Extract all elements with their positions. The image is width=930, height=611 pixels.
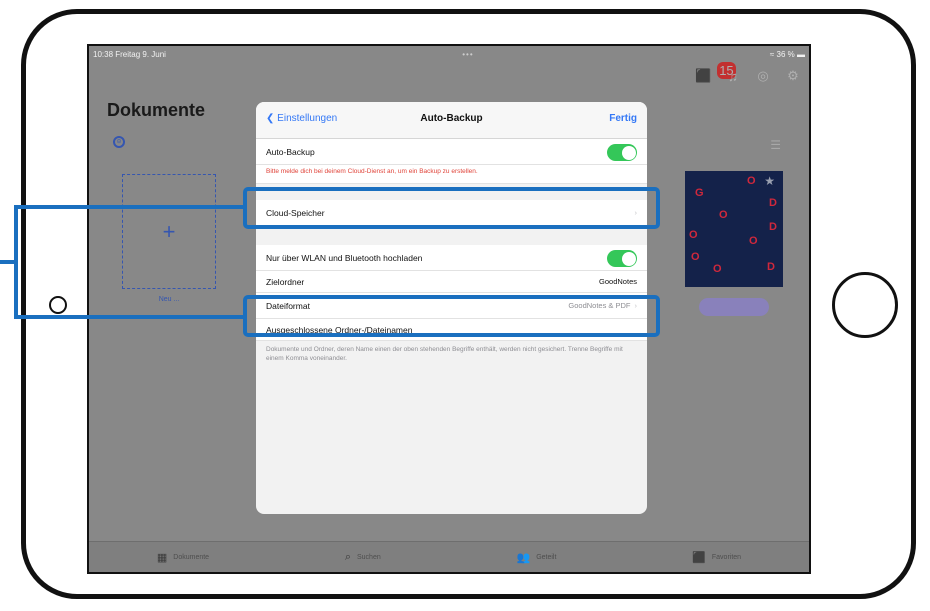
tab-label: Suchen: [357, 553, 381, 561]
people-icon: 👥: [516, 551, 531, 564]
auto-backup-label: Auto-Backup: [266, 146, 315, 157]
gear-icon[interactable]: ⚙: [785, 68, 801, 84]
tab-bar: ▦ Dokumente ⌕ Suchen 👥 Geteilt ⬛ Favoriten: [89, 541, 809, 572]
folder-circle-icon[interactable]: ⊝: [113, 136, 125, 148]
grid-icon: ▦: [156, 551, 168, 564]
callout-line: [14, 205, 244, 209]
sheet-title: Auto-Backup: [420, 113, 483, 124]
multitask-dots[interactable]: •••: [462, 50, 473, 59]
excluded-names-note: Dokumente und Ordner, deren Name einen d…: [266, 346, 623, 362]
check-circle-icon[interactable]: ◎: [755, 68, 771, 84]
list-view-icon[interactable]: ☰: [770, 138, 781, 152]
cover-letter: O: [749, 235, 758, 247]
cover-letter: G: [695, 187, 704, 199]
auto-backup-toggle[interactable]: [607, 144, 637, 161]
cover-letter: O: [719, 209, 728, 221]
tab-dokumente[interactable]: ▦ Dokumente: [157, 551, 209, 564]
bookmark-icon: ⬛: [692, 551, 706, 564]
callout-line: [14, 315, 244, 319]
bell-icon[interactable]: ♫: [725, 69, 741, 84]
battery-level: 36 %: [776, 49, 795, 59]
cover-letter: O: [713, 263, 722, 275]
sheet-navbar: ❮ Einstellungen Auto-Backup Fertig: [256, 102, 647, 139]
target-folder-value: GoodNotes: [599, 277, 637, 286]
new-document-button[interactable]: +: [122, 174, 216, 289]
camera-circle: [49, 296, 67, 314]
search-icon: ⌕: [344, 550, 351, 563]
cover-letter: O: [747, 175, 756, 187]
header-icons: ⬛ 15 ♫ ◎ ⚙: [695, 62, 801, 84]
status-time-date: 10:38 Freitag 9. Juni: [93, 49, 166, 59]
new-document-label: Neu ...: [158, 296, 180, 303]
star-icon[interactable]: ★: [764, 174, 775, 188]
callout-file-format: [243, 295, 660, 337]
tab-label: Favoriten: [711, 553, 742, 561]
wifi-upload-label: Nur über WLAN und Bluetooth hochladen: [266, 252, 423, 263]
cover-letter: O: [691, 251, 700, 263]
page-title: Dokumente: [107, 100, 206, 120]
tab-label: Geteilt: [536, 553, 557, 561]
auto-backup-row: Auto-Backup: [256, 139, 647, 165]
cover-letter: D: [769, 221, 777, 233]
tab-favoriten[interactable]: ⬛ Favoriten: [692, 551, 741, 564]
cover-letter: D: [767, 261, 775, 273]
wifi-upload-toggle[interactable]: [607, 250, 637, 267]
cloud-warning: Bitte melde dich bei deinem Cloud-Dienst…: [256, 165, 647, 184]
tab-geteilt[interactable]: 👥 Geteilt: [517, 551, 557, 564]
callout-line: [0, 260, 16, 264]
home-button[interactable]: [832, 272, 898, 338]
wifi-upload-row: Nur über WLAN und Bluetooth hochladen: [256, 245, 647, 271]
scribbled-title: [699, 298, 769, 316]
cover-letter: O: [689, 229, 698, 241]
tab-label: Dokumente: [173, 553, 210, 561]
status-battery: ≈ 36 % ▬: [769, 49, 805, 59]
plus-icon: +: [162, 218, 176, 244]
target-folder-row[interactable]: Zielordner GoodNotes: [256, 271, 647, 293]
tab-suchen[interactable]: ⌕ Suchen: [345, 551, 381, 564]
notebook-cover[interactable]: ★ G O D O D O O O O D: [685, 171, 783, 287]
done-button[interactable]: Fertig: [609, 113, 637, 124]
status-bar: 10:38 Freitag 9. Juni ••• ≈ 36 % ▬: [89, 46, 809, 62]
target-folder-label: Zielordner: [266, 276, 305, 287]
inbox-icon[interactable]: ⬛ 15: [695, 62, 736, 84]
cover-letter: D: [769, 197, 777, 209]
callout-cloud-storage: [243, 187, 660, 229]
